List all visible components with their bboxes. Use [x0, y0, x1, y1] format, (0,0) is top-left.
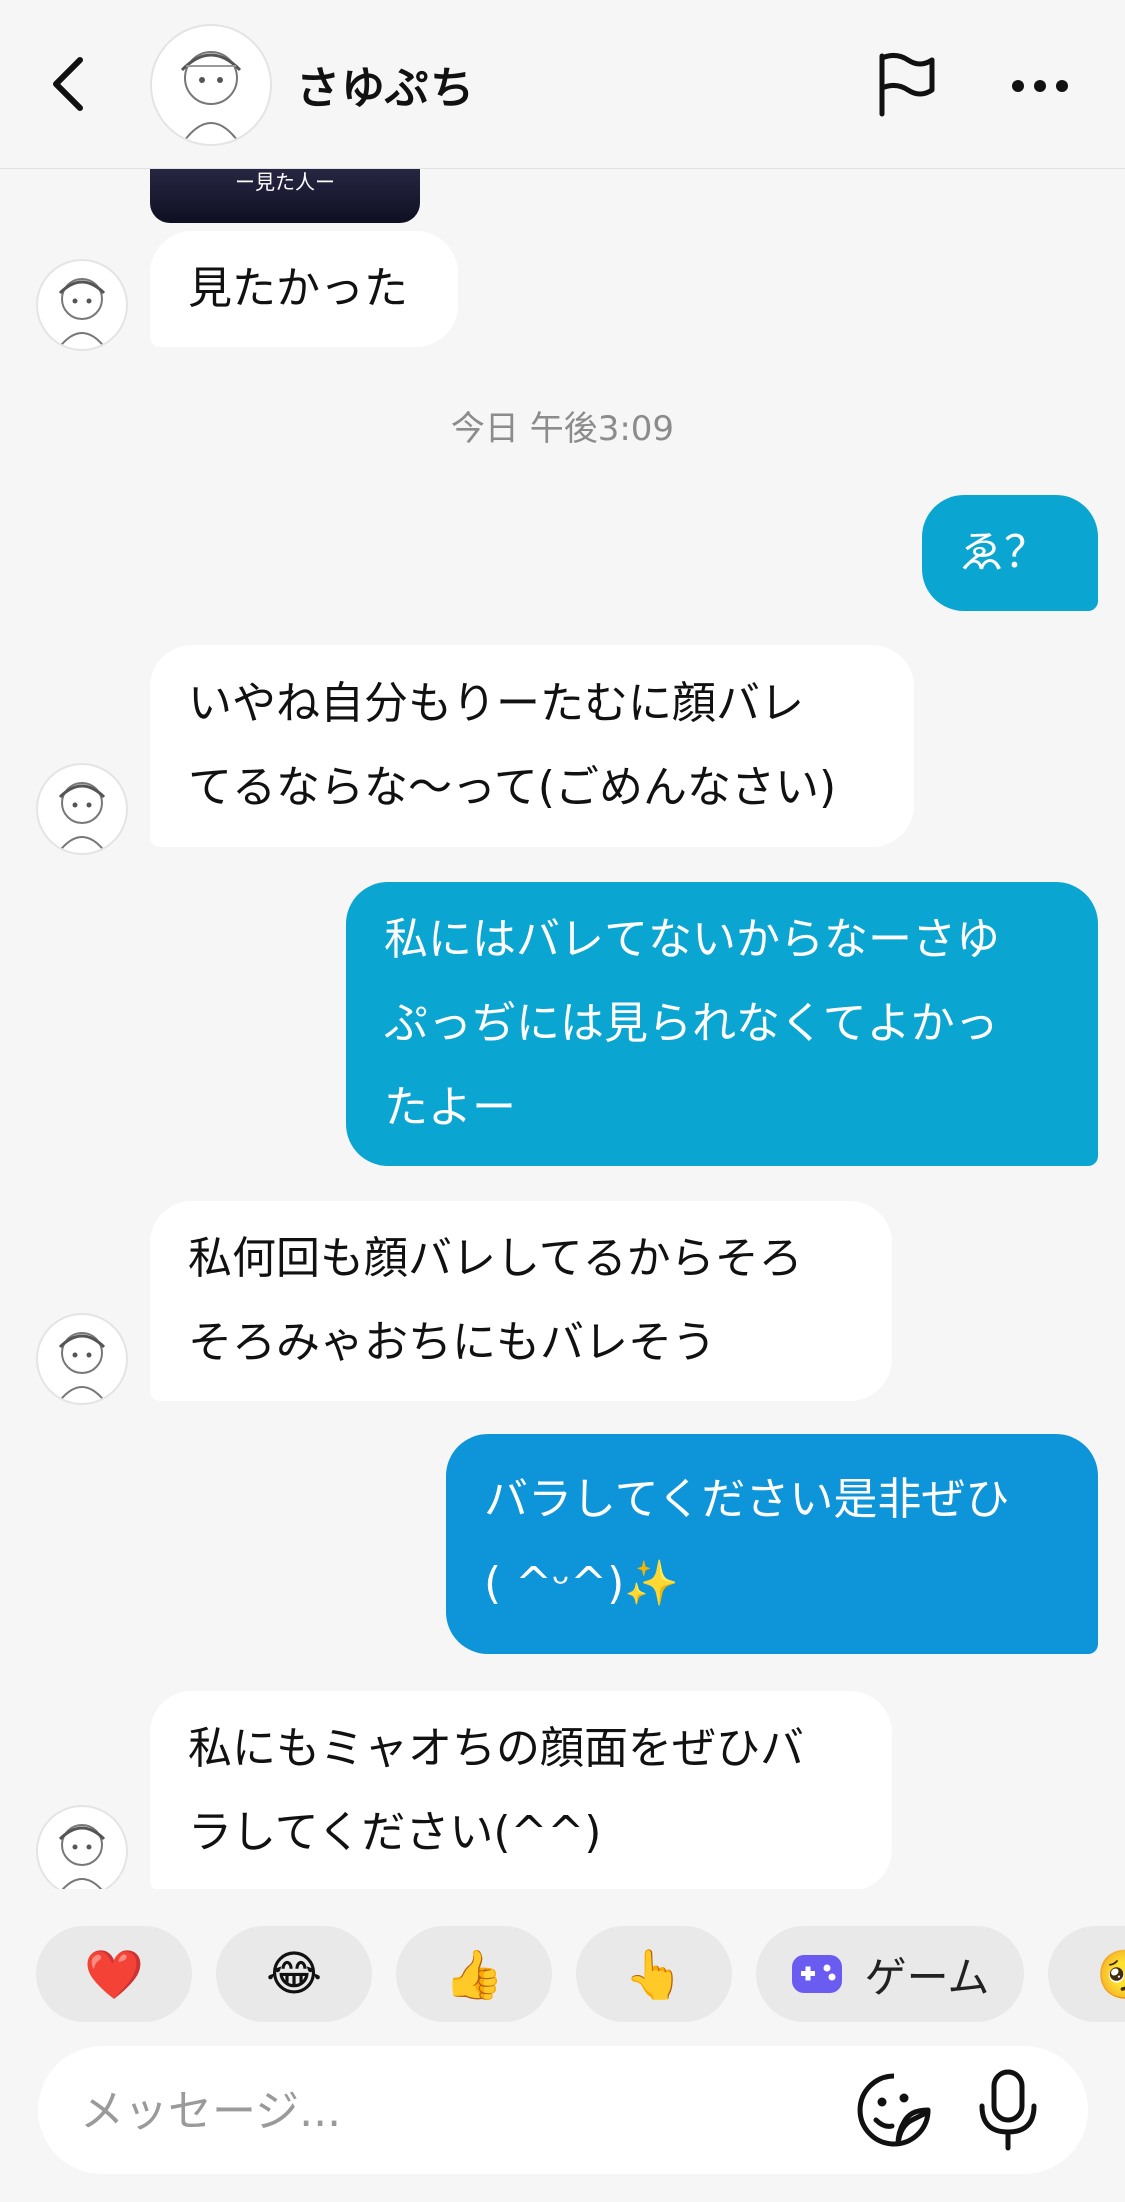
laughing-face-icon: 😂: [265, 1946, 323, 2002]
quick-reaction-heart[interactable]: ❤️: [36, 1926, 192, 2022]
quick-reaction-point-up[interactable]: 👆: [576, 1926, 732, 2022]
more-horizontal-icon: [1012, 80, 1068, 92]
quick-reaction-face[interactable]: 🥺: [1048, 1926, 1125, 2022]
avatar-sketch-icon: [58, 1824, 106, 1889]
message-text: 私にもミャオちの顔面をぜひバ: [188, 1723, 804, 1774]
message-text: たよー: [384, 1082, 516, 1133]
message-text: 私何回も顔バレしてるからそろ: [188, 1233, 803, 1284]
game-button-label: ゲーム: [864, 1952, 990, 2002]
report-button[interactable]: [876, 52, 938, 118]
sticker-button[interactable]: [854, 2070, 934, 2150]
incoming-message[interactable]: 私にもミャオちの顔面をぜひバ ラしてください(^^): [150, 1691, 892, 1889]
sender-avatar[interactable]: [36, 1805, 128, 1889]
thumbs-up-icon: 👍: [444, 1946, 504, 2003]
image-caption: ー見た人ー: [235, 170, 335, 194]
heart-icon: ❤️: [84, 1946, 144, 2003]
message-text: バラしてください是非ぜひ: [484, 1474, 1010, 1525]
shared-image-message[interactable]: ー見た人ー: [150, 169, 420, 223]
flag-icon: [879, 52, 935, 117]
avatar-sketch-icon: [180, 51, 242, 144]
sender-avatar[interactable]: [36, 1313, 128, 1405]
quick-reaction-thumbs-up[interactable]: 👍: [396, 1926, 552, 2022]
avatar-sketch-icon: [57, 782, 107, 853]
message-text: ぷっぢには見られなくてよかっ: [384, 998, 999, 1049]
more-options-button[interactable]: [1008, 66, 1072, 106]
quick-reaction-laugh[interactable]: 😂: [216, 1926, 372, 2022]
message-text: いやね自分もりーたむに顔バレ: [188, 678, 804, 729]
back-button[interactable]: [44, 54, 92, 114]
message-text: ラしてください(^^): [188, 1807, 602, 1858]
message-text: てるならな〜って(ごめんなさい): [188, 762, 837, 813]
message-input[interactable]: [78, 2070, 842, 2152]
avatar-sketch-icon: [57, 1332, 107, 1403]
sender-avatar[interactable]: [36, 259, 128, 351]
pointing-up-icon: 👆: [624, 1946, 684, 2003]
message-list[interactable]: ー見た人ー 見たかった 今日 午後3:09 ゑ？ いやね自分もりーたむに顔バレ …: [0, 169, 1125, 1889]
chevron-left-icon: [53, 57, 83, 111]
microphone-button[interactable]: [976, 2068, 1040, 2152]
microphone-icon: [979, 2069, 1037, 2151]
timestamp-divider: 今日 午後3:09: [450, 409, 675, 449]
incoming-message[interactable]: いやね自分もりーたむに顔バレ てるならな〜って(ごめんなさい): [150, 645, 914, 847]
chat-header: さゆぷち: [0, 0, 1125, 169]
sender-avatar[interactable]: [36, 763, 128, 855]
message-text: ゑ？: [960, 527, 1048, 578]
avatar-sketch-icon: [57, 278, 107, 349]
incoming-message[interactable]: 見たかった: [150, 231, 458, 347]
message-text: そろみゃおちにもバレそう: [188, 1317, 716, 1368]
face-icon: 🥺: [1096, 1946, 1125, 2003]
outgoing-message[interactable]: 私にはバレてないからなーさゆ ぷっぢには見られなくてよかっ たよー: [346, 882, 1098, 1166]
outgoing-message[interactable]: ゑ？: [922, 495, 1098, 611]
contact-name[interactable]: さゆぷち: [296, 52, 475, 116]
game-button[interactable]: ゲーム: [756, 1926, 1024, 2022]
incoming-message[interactable]: 私何回も顔バレしてるからそろ そろみゃおちにもバレそう: [150, 1201, 892, 1401]
message-text: 私にはバレてないからなーさゆ: [384, 914, 1000, 965]
sticker-face-icon: [857, 2073, 931, 2147]
gamepad-icon: [791, 1955, 842, 1993]
contact-avatar[interactable]: [150, 24, 272, 146]
quick-reaction-bar: ❤️ 😂 👍 👆 ゲーム 🥺: [0, 1926, 1125, 2022]
outgoing-message[interactable]: バラしてください是非ぜひ ( ^ᵕ^)✨: [446, 1434, 1098, 1654]
message-composer: [38, 2046, 1088, 2174]
message-text: ( ^ᵕ^)✨: [484, 1558, 680, 1609]
message-text: 見たかった: [188, 263, 408, 314]
